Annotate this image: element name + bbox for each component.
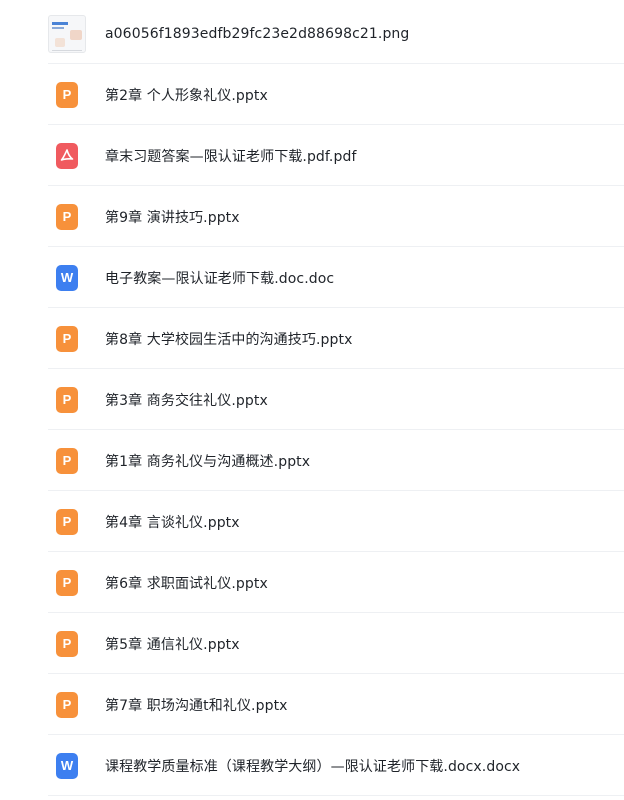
ppt-file-icon: P xyxy=(56,691,78,718)
file-row-pdf[interactable]: 章末习题答案—限认证老师下载.pdf.pdf xyxy=(48,126,624,186)
file-name: 章末习题答案—限认证老师下载.pdf.pdf xyxy=(105,148,357,165)
ppt-file-icon: P xyxy=(56,325,78,352)
file-row-pptx[interactable]: P 第6章 求职面试礼仪.pptx xyxy=(48,553,624,613)
ppt-file-icon: P xyxy=(56,386,78,413)
file-name: 电子教案—限认证老师下载.doc.doc xyxy=(105,270,335,287)
file-row-pptx[interactable]: P 第1章 商务礼仪与沟通概述.pptx xyxy=(48,431,624,491)
file-name: 第7章 职场沟通t和礼仪.pptx xyxy=(105,697,288,714)
ppt-file-icon: P xyxy=(56,630,78,657)
file-name: 第9章 演讲技巧.pptx xyxy=(105,209,240,226)
file-name: 第1章 商务礼仪与沟通概述.pptx xyxy=(105,453,311,470)
pdf-file-icon xyxy=(56,142,78,169)
ppt-file-icon: P xyxy=(56,508,78,535)
file-row-pptx[interactable]: P 第4章 言谈礼仪.pptx xyxy=(48,492,624,552)
file-row-pptx[interactable]: P 第8章 大学校园生活中的沟通技巧.pptx xyxy=(48,309,624,369)
file-name: 课程教学质量标准（课程教学大纲）—限认证老师下载.docx.docx xyxy=(105,758,521,775)
file-row-image[interactable]: a06056f1893edfb29fc23e2d88698c21.png xyxy=(48,4,624,64)
file-row-pptx[interactable]: P 第7章 职场沟通t和礼仪.pptx xyxy=(48,675,624,735)
file-name: 第5章 通信礼仪.pptx xyxy=(105,636,240,653)
file-name: 第6章 求职面试礼仪.pptx xyxy=(105,575,268,592)
ppt-file-icon: P xyxy=(56,81,78,108)
word-file-icon: W xyxy=(56,752,78,779)
file-name: 第4章 言谈礼仪.pptx xyxy=(105,514,240,531)
file-row-pptx[interactable]: P 第3章 商务交往礼仪.pptx xyxy=(48,370,624,430)
file-name: a06056f1893edfb29fc23e2d88698c21.png xyxy=(105,25,410,42)
file-list: a06056f1893edfb29fc23e2d88698c21.png P 第… xyxy=(0,0,624,800)
word-file-icon: W xyxy=(56,264,78,291)
file-row-pptx[interactable]: P 第5章 通信礼仪.pptx xyxy=(48,614,624,674)
file-row-pptx[interactable]: P 第2章 个人形象礼仪.pptx xyxy=(48,65,624,125)
ppt-file-icon: P xyxy=(56,569,78,596)
ppt-file-icon: P xyxy=(56,447,78,474)
file-name: 第8章 大学校园生活中的沟通技巧.pptx xyxy=(105,331,353,348)
file-row-doc[interactable]: W 电子教案—限认证老师下载.doc.doc xyxy=(48,248,624,308)
ppt-file-icon: P xyxy=(56,203,78,230)
file-row-pptx[interactable]: P 第9章 演讲技巧.pptx xyxy=(48,187,624,247)
file-row-docx[interactable]: W 课程教学质量标准（课程教学大纲）—限认证老师下载.docx.docx xyxy=(48,736,624,796)
file-name: 第3章 商务交往礼仪.pptx xyxy=(105,392,268,409)
image-thumbnail-icon xyxy=(48,14,86,53)
file-name: 第2章 个人形象礼仪.pptx xyxy=(105,87,268,104)
